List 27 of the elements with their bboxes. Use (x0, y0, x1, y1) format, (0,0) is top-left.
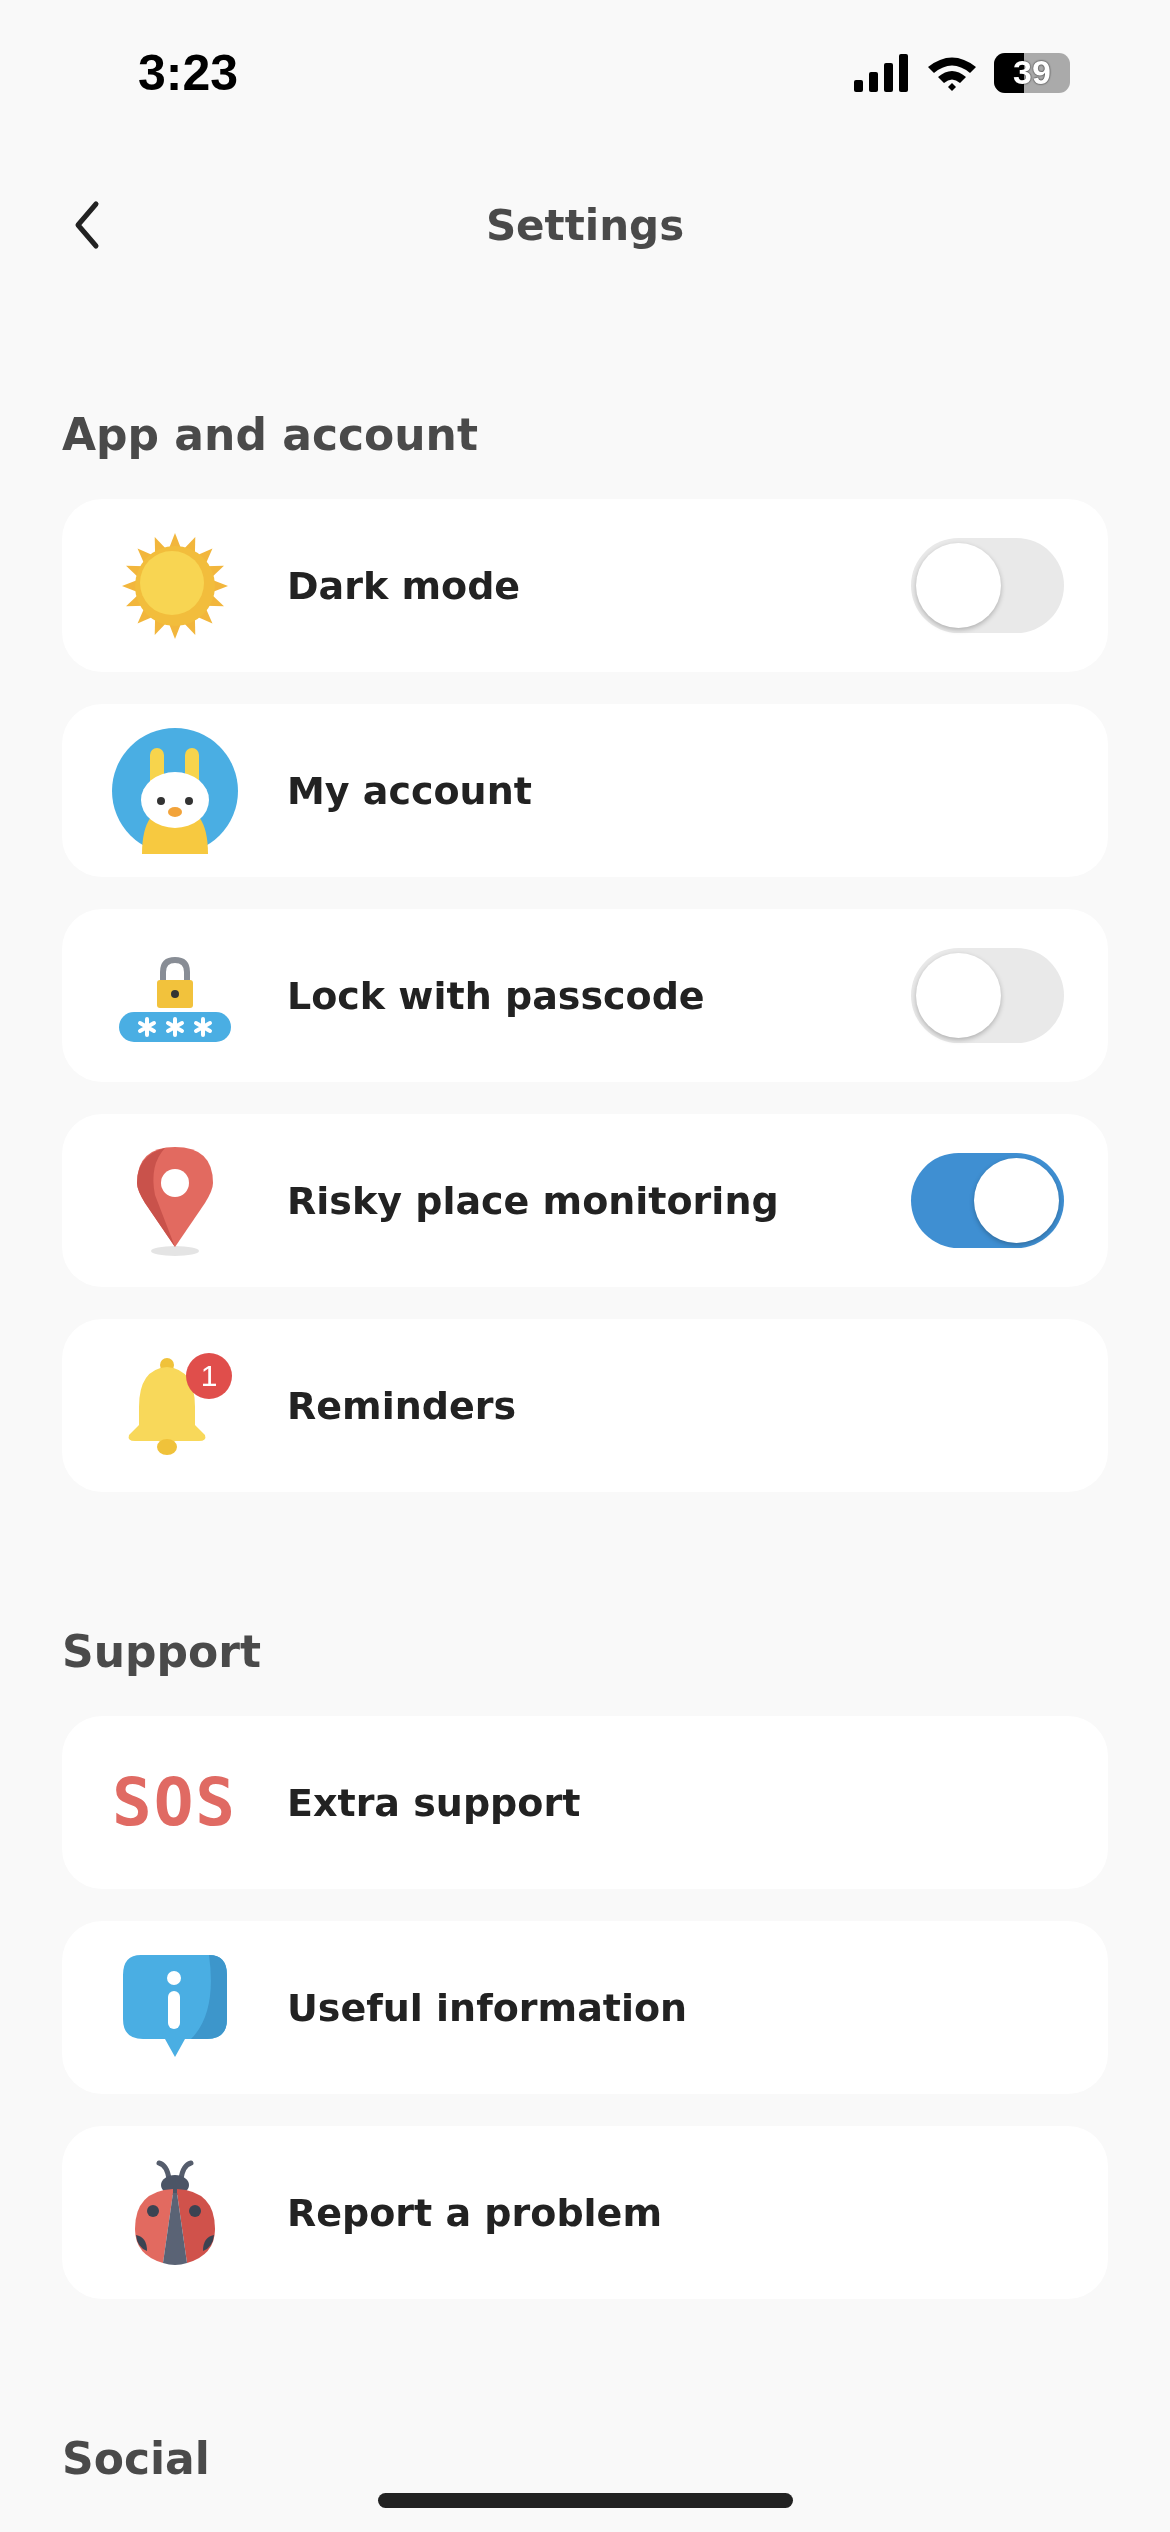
row-label: Dark mode (287, 563, 522, 608)
section-heading: Social (62, 2432, 211, 2486)
settings-row[interactable]: Dark mode (62, 499, 1108, 672)
settings-row[interactable]: Risky place monitoring (62, 1114, 1108, 1287)
row-label: Useful information (287, 1985, 689, 2030)
location-pin-icon (134, 1144, 215, 1257)
row-label: My account (287, 768, 533, 813)
row-label: Risky place monitoring (287, 1178, 780, 1223)
row-label: Report a problem (287, 2190, 663, 2235)
notification-badge: 1 (186, 1352, 232, 1399)
settings-row[interactable]: My account (62, 704, 1108, 877)
row-label: Lock with passcode (287, 973, 706, 1018)
settings-row[interactable]: SOS Extra support (62, 1716, 1108, 1889)
section-heading: Support (62, 1625, 262, 1679)
settings-row[interactable]: Useful information (62, 1921, 1108, 2094)
rabbit-avatar-icon (111, 727, 238, 854)
section-heading: App and account (62, 408, 479, 462)
settings-row[interactable]: 1 Reminders (62, 1319, 1108, 1492)
sos-logo: SOS (111, 1764, 238, 1841)
settings-row[interactable]: Report a problem (62, 2126, 1108, 2299)
row-label: Reminders (287, 1383, 518, 1428)
screen-title: Settings (485, 200, 685, 250)
signal-icon (854, 53, 910, 92)
settings-row[interactable]: Lock with passcode (62, 909, 1108, 1082)
ladybug-icon (132, 2158, 217, 2267)
status-time: 3:23 (138, 43, 239, 102)
row-label: Extra support (287, 1780, 582, 1825)
